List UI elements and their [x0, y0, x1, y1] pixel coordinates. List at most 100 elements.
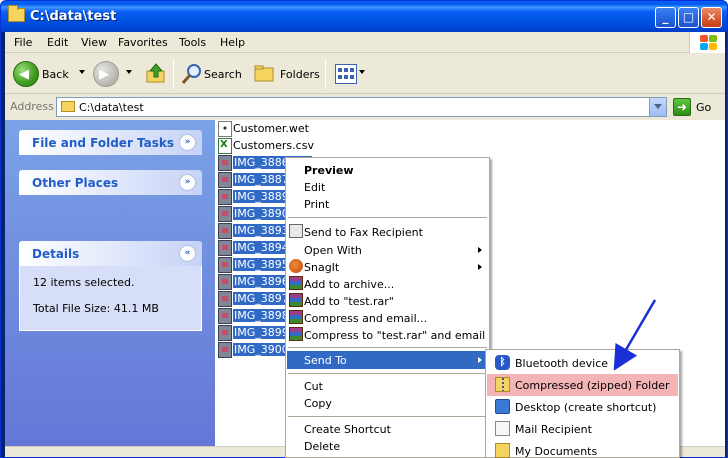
search-icon[interactable]	[181, 63, 203, 85]
go-button[interactable]: Go	[696, 101, 711, 114]
expand-chevron-icon[interactable]: »	[179, 134, 196, 151]
menu-view[interactable]: View	[81, 36, 107, 49]
excel-file-icon	[218, 138, 232, 154]
image-file-icon	[218, 257, 232, 273]
folder-icon	[8, 5, 25, 22]
toolbar-separator	[325, 59, 326, 89]
menu-item-label: Create Shortcut	[304, 423, 391, 436]
image-file-icon	[218, 325, 232, 341]
menu-item-label: Mail Recipient	[515, 423, 592, 436]
search-button[interactable]: Search	[204, 68, 242, 81]
folders-button[interactable]: Folders	[280, 68, 320, 81]
details-selected-count: 12 items selected.	[33, 276, 135, 289]
menu-tools[interactable]: Tools	[179, 36, 206, 49]
wet-file-icon	[218, 121, 232, 137]
details-panel: 12 items selected. Total File Size: 41.1…	[19, 266, 202, 331]
title-bar[interactable]: C:\data\test _ □ ✕	[1, 1, 727, 32]
address-label: Address	[10, 100, 54, 113]
image-file-icon	[218, 223, 232, 239]
sendto-compressed-folder[interactable]: Compressed (zipped) Folder	[487, 374, 678, 396]
file-folder-tasks-header[interactable]: File and Folder Tasks »	[19, 130, 202, 155]
menu-item-label: Delete	[304, 440, 341, 453]
menu-send-fax[interactable]: Send to Fax Recipient	[287, 223, 488, 241]
sendto-my-documents[interactable]: My Documents	[487, 440, 678, 458]
menu-delete[interactable]: Delete	[287, 437, 488, 455]
views-dropdown-icon[interactable]	[359, 70, 365, 74]
menu-create-shortcut[interactable]: Create Shortcut	[287, 420, 488, 438]
maximize-button[interactable]: □	[678, 7, 699, 28]
menu-add-rar[interactable]: Add to "test.rar"	[287, 292, 488, 310]
menu-item-label: My Documents	[515, 445, 598, 458]
expand-chevron-icon[interactable]: »	[179, 174, 196, 191]
menu-item-label: Desktop (create shortcut)	[515, 401, 657, 414]
folders-icon[interactable]	[254, 64, 276, 82]
menu-item-label: Send to Fax Recipient	[304, 226, 423, 239]
menu-item-label: Send To	[304, 354, 347, 367]
menu-cut[interactable]: Cut	[287, 377, 488, 395]
details-title: Details	[32, 247, 80, 261]
menu-send-to[interactable]: Send To	[287, 351, 488, 369]
file-name[interactable]: Customers.csv	[233, 139, 314, 152]
details-total-size: Total File Size: 41.1 MB	[33, 302, 159, 315]
menu-snagit[interactable]: SnagIt	[287, 258, 488, 276]
menu-help[interactable]: Help	[220, 36, 245, 49]
standard-toolbar: ◀ Back ▶ Search Folders	[5, 54, 725, 94]
task-pane: File and Folder Tasks » Other Places » D…	[5, 120, 215, 457]
address-dropdown-icon[interactable]	[649, 98, 666, 116]
menu-item-label: Compress and email...	[304, 312, 428, 325]
submenu-arrow-icon	[478, 264, 482, 270]
menu-item-label: Preview	[304, 164, 354, 177]
details-header[interactable]: Details «	[19, 241, 202, 266]
image-file-icon	[218, 308, 232, 324]
forward-dropdown-icon[interactable]	[126, 70, 132, 74]
folder-icon	[61, 101, 75, 112]
menu-item-label: Open With	[304, 244, 362, 257]
menu-item-label: Compress to "test.rar" and email	[304, 329, 486, 342]
back-button[interactable]: Back	[42, 68, 69, 81]
winrar-icon	[289, 293, 303, 307]
menu-item-label: Copy	[304, 397, 332, 410]
back-arrow-icon[interactable]: ◀	[13, 61, 39, 87]
other-places-title: Other Places	[32, 176, 119, 190]
file-name[interactable]: Customer.wet	[233, 122, 309, 135]
menu-separator	[288, 347, 487, 348]
go-arrow-icon[interactable]: ➜	[673, 98, 691, 116]
menu-item-label: Cut	[304, 380, 323, 393]
menu-favorites[interactable]: Favorites	[118, 36, 168, 49]
image-file-icon	[218, 189, 232, 205]
menu-file[interactable]: File	[14, 36, 32, 49]
forward-arrow-icon[interactable]: ▶	[93, 61, 119, 87]
sendto-desktop[interactable]: Desktop (create shortcut)	[487, 396, 678, 418]
winrar-icon	[289, 327, 303, 341]
address-value[interactable]: C:\data\test	[79, 101, 144, 114]
menu-compress-rar-email[interactable]: Compress to "test.rar" and email	[287, 326, 488, 344]
back-dropdown-icon[interactable]	[79, 70, 85, 74]
zip-folder-icon	[495, 377, 510, 392]
sendto-mail-recipient[interactable]: Mail Recipient	[487, 418, 678, 440]
menu-print[interactable]: Print	[287, 195, 488, 213]
image-file-icon	[218, 206, 232, 222]
menu-separator	[288, 416, 487, 417]
menu-edit[interactable]: Edit	[47, 36, 68, 49]
menu-item-label: Compressed (zipped) Folder	[515, 379, 670, 392]
menu-item-label: Add to "test.rar"	[304, 295, 394, 308]
menu-edit-item[interactable]: Edit	[287, 178, 488, 196]
menu-compress-email[interactable]: Compress and email...	[287, 309, 488, 327]
menu-preview[interactable]: Preview	[287, 161, 488, 179]
menu-open-with[interactable]: Open With	[287, 241, 488, 259]
winrar-icon	[289, 310, 303, 324]
image-file-icon	[218, 274, 232, 290]
context-menu: Preview Edit Print Send to Fax Recipient…	[285, 157, 490, 458]
address-bar: Address C:\data\test ➜ Go	[5, 95, 725, 119]
menu-copy[interactable]: Copy	[287, 394, 488, 412]
collapse-chevron-icon[interactable]: «	[179, 245, 196, 262]
close-button[interactable]: ✕	[701, 7, 722, 28]
views-icon[interactable]	[335, 64, 357, 84]
menu-add-archive[interactable]: Add to archive...	[287, 275, 488, 293]
minimize-button[interactable]: _	[655, 7, 676, 28]
fax-icon	[289, 224, 303, 238]
address-field[interactable]: C:\data\test	[56, 97, 667, 117]
other-places-header[interactable]: Other Places »	[19, 170, 202, 195]
snagit-icon	[289, 259, 303, 273]
folder-up-icon[interactable]	[145, 62, 167, 84]
